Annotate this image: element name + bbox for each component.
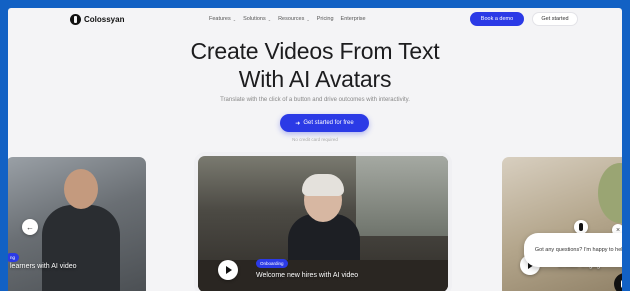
hero-title: Create Videos From Text With AI Avatars (8, 37, 622, 93)
hero-title-line2: With AI Avatars (238, 66, 392, 92)
avatar-hair (302, 174, 344, 196)
office-window (356, 156, 448, 236)
nav-item-features[interactable]: Features ⌄ (209, 16, 236, 22)
nav-links: Features ⌄ Solutions ⌄ Resources ⌄ Prici… (209, 16, 366, 22)
nav-item-solutions[interactable]: Solutions ⌄ (243, 16, 271, 22)
nav-item-label: Features (209, 16, 231, 22)
play-button[interactable] (218, 260, 238, 280)
video-card-main[interactable]: Onboarding Welcome new hires with AI vid… (198, 156, 448, 291)
hero-title-line1: Create Videos From Text (190, 38, 440, 64)
cta-label: Get started for free (303, 120, 354, 126)
chat-avatar-icon (574, 220, 588, 234)
colossyan-logo-icon (70, 14, 81, 25)
browser-viewport: Colossyan Features ⌄ Solutions ⌄ Resourc… (8, 8, 622, 291)
play-icon (226, 266, 232, 274)
card-caption: Welcome new hires with AI video (256, 272, 359, 279)
nav-item-label: Pricing (316, 16, 334, 22)
nav-item-label: Enterprise (340, 16, 366, 22)
card-caption: learners with AI video (10, 263, 77, 270)
top-nav: Colossyan Features ⌄ Solutions ⌄ Resourc… (8, 8, 622, 30)
arrow-right-icon: ➜ (295, 120, 301, 127)
nav-item-label: Solutions (243, 16, 266, 22)
avatar-body (42, 205, 120, 291)
book-demo-button[interactable]: Book a demo (470, 12, 524, 26)
nav-item-resources[interactable]: Resources ⌄ (278, 16, 310, 22)
chevron-down-icon: ⌄ (306, 16, 310, 22)
avatar-head (64, 169, 98, 209)
get-started-button[interactable]: Get started (532, 12, 578, 26)
no-credit-card-note: No credit card required (292, 137, 338, 142)
chevron-down-icon: ⌄ (267, 16, 272, 22)
video-card-right[interactable]: Create engag (502, 157, 622, 291)
chevron-down-icon: ⌄ (232, 16, 237, 22)
hero-subtitle: Translate with the click of a button and… (220, 97, 410, 103)
carousel-prev-button[interactable]: ← (22, 219, 38, 235)
brand-logo[interactable]: Colossyan (70, 14, 124, 25)
chat-icon (620, 280, 622, 288)
category-badge: Onboarding (256, 259, 288, 268)
category-badge: ng (8, 253, 20, 262)
nav-item-label: Resources (278, 16, 305, 22)
chat-message-bubble[interactable]: Got any questions? I'm happy to help. (524, 233, 622, 267)
get-started-free-button[interactable]: ➜ Get started for free (280, 114, 369, 132)
brand-name: Colossyan (84, 15, 125, 24)
nav-item-pricing[interactable]: Pricing (317, 16, 334, 22)
plant-decoration (598, 163, 622, 223)
nav-item-enterprise[interactable]: Enterprise (341, 16, 366, 22)
